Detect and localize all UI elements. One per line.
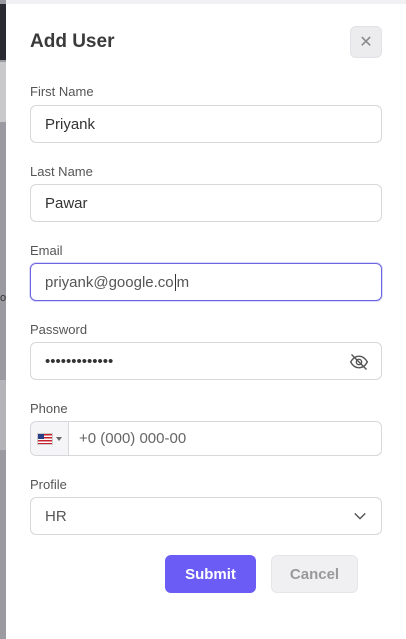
- phone-input[interactable]: +0 (000) 000-00: [69, 430, 186, 447]
- password-value: •••••••••••••: [45, 352, 114, 370]
- dialog-title: Add User: [30, 31, 115, 52]
- email-field[interactable]: priyank@google.co m: [30, 263, 382, 301]
- first-name-label: First Name: [30, 84, 94, 99]
- submit-button[interactable]: Submit: [165, 555, 256, 593]
- email-value-end: m: [176, 273, 190, 291]
- eye-slash-icon[interactable]: [349, 352, 369, 372]
- password-field[interactable]: •••••••••••••: [30, 342, 382, 380]
- text-cursor: [174, 273, 176, 291]
- cancel-button[interactable]: Cancel: [271, 555, 358, 593]
- phone-label: Phone: [30, 401, 68, 416]
- password-label: Password: [30, 322, 88, 337]
- dialog-top-border: [6, 0, 406, 4]
- profile-selected-value: HR: [45, 507, 67, 525]
- email-label: Email: [30, 243, 63, 258]
- profile-label: Profile: [30, 477, 67, 492]
- us-flag-icon: [37, 432, 53, 445]
- phone-field: +0 (000) 000-00: [30, 421, 382, 456]
- first-name-field[interactable]: Priyank: [30, 105, 382, 143]
- close-button[interactable]: ✕: [350, 26, 382, 58]
- close-icon: ✕: [359, 34, 373, 51]
- email-value-start: priyank@google.co: [45, 273, 174, 291]
- caret-down-icon: [56, 436, 62, 441]
- last-name-value: Pawar: [45, 194, 88, 212]
- last-name-field[interactable]: Pawar: [30, 184, 382, 222]
- add-user-dialog: Add User ✕ First Name Priyank Last Name …: [6, 0, 406, 639]
- country-selector[interactable]: [31, 422, 69, 455]
- profile-select[interactable]: HR: [30, 497, 382, 535]
- last-name-label: Last Name: [30, 164, 93, 179]
- first-name-value: Priyank: [45, 115, 96, 133]
- chevron-down-icon: [354, 512, 366, 520]
